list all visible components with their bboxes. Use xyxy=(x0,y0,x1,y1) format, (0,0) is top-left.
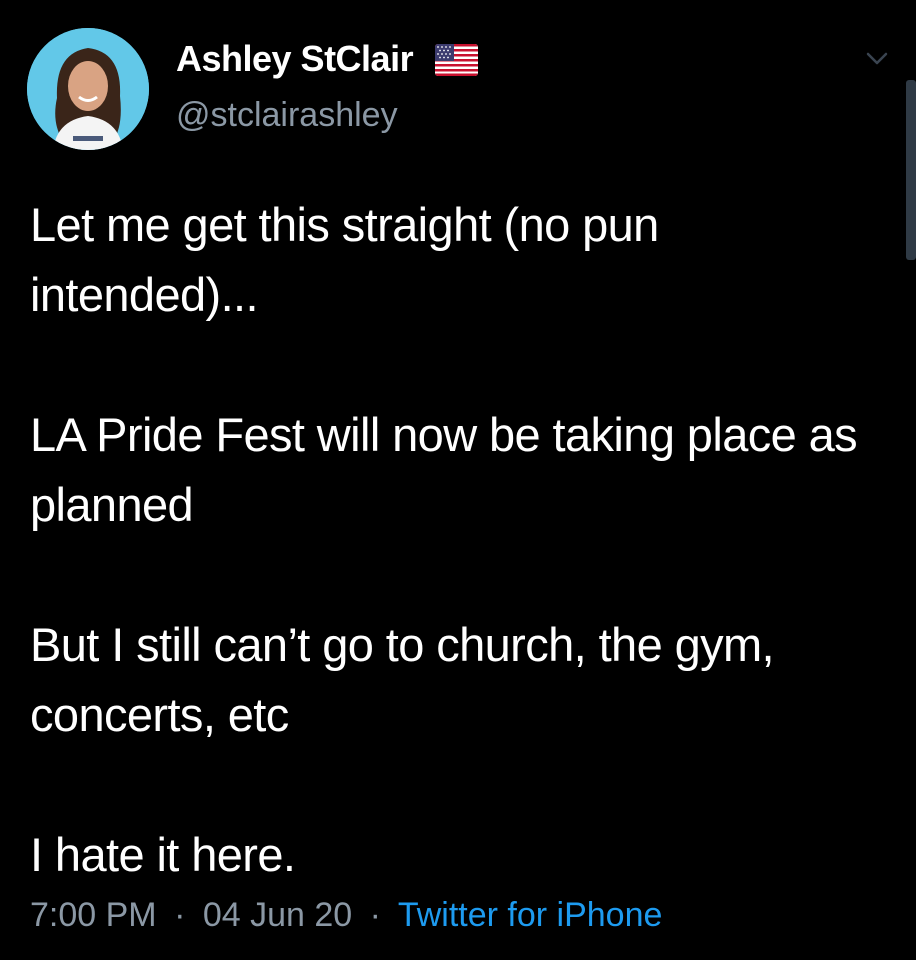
tweet-meta: 7:00 PM · 04 Jun 20 · Twitter for iPhone xyxy=(30,896,662,935)
avatar[interactable] xyxy=(27,28,149,150)
user-handle[interactable]: @stclairashley xyxy=(176,96,398,135)
tweet-paragraph: Let me get this straight (no pun intende… xyxy=(30,198,659,321)
separator: · xyxy=(174,896,186,934)
tweet-date[interactable]: 04 Jun 20 xyxy=(203,896,352,934)
tweet-paragraph: But I still can’t go to church, the gym,… xyxy=(30,618,775,741)
display-name[interactable]: Ashley StClair xyxy=(176,38,414,80)
separator: · xyxy=(369,896,381,934)
tweet-time[interactable]: 7:00 PM xyxy=(30,896,157,934)
tweet-paragraph: LA Pride Fest will now be taking place a… xyxy=(30,408,858,531)
chevron-down-icon[interactable] xyxy=(866,52,888,66)
tweet-paragraph: I hate it here. xyxy=(30,828,296,881)
tweet-card: Ashley StClair @stclairashley Let me get… xyxy=(0,0,916,960)
tweet-source-link[interactable]: Twitter for iPhone xyxy=(398,896,663,934)
us-flag-icon xyxy=(435,44,478,76)
scrollbar[interactable] xyxy=(906,80,916,260)
tweet-text: Let me get this straight (no pun intende… xyxy=(30,190,890,890)
